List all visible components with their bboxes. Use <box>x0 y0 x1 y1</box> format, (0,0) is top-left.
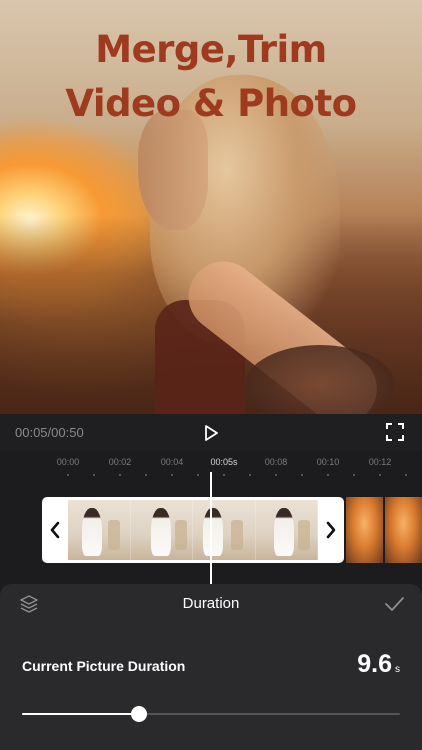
clip-thumbnail <box>68 500 131 560</box>
headline-line-1: Merge,Trim <box>95 28 327 71</box>
chevron-right-icon <box>326 521 336 539</box>
ruler-tick-label: 00:08 <box>264 457 288 467</box>
play-button[interactable] <box>201 423 221 443</box>
play-icon <box>205 425 218 441</box>
ruler-dot <box>405 474 407 476</box>
total-time: 00:50 <box>51 425 84 440</box>
duration-panel: Duration Current Picture Duration 9.6 s <box>0 584 422 750</box>
clip-thumbnail <box>385 497 422 563</box>
current-time: 00:05 <box>15 425 48 440</box>
trim-left-handle[interactable] <box>48 519 62 541</box>
panel-title: Duration <box>182 595 240 612</box>
ruler-tick-label: 00:12 <box>368 457 392 467</box>
duration-number: 9.6 <box>357 650 392 678</box>
ruler-tick-label: 00:05s <box>210 457 238 467</box>
ruler-dot <box>223 474 225 476</box>
clip-thumbnail <box>346 497 383 563</box>
ruler-tick-label: 00:02 <box>108 457 132 467</box>
preview-face <box>138 110 208 230</box>
ruler-dot <box>275 474 277 476</box>
confirm-button[interactable] <box>383 593 405 615</box>
duration-value: 9.6 s <box>357 650 400 679</box>
headline-line-2: Video & Photo <box>65 82 357 125</box>
ruler-dot <box>353 474 355 476</box>
player-controls: 00:05/00:50 <box>0 414 422 452</box>
ruler-tick-label: 00:04 <box>160 457 184 467</box>
trim-right-handle[interactable] <box>324 519 338 541</box>
video-preview[interactable]: Merge,Trim Video & Photo <box>0 0 422 414</box>
ruler-dot <box>145 474 147 476</box>
ruler-dot <box>301 474 303 476</box>
playhead[interactable] <box>210 472 212 584</box>
fullscreen-icon <box>386 423 404 441</box>
clip-thumbnail <box>193 500 256 560</box>
ruler-dot <box>197 474 199 476</box>
ruler-dot <box>67 474 69 476</box>
chevron-left-icon <box>50 521 60 539</box>
ruler-dot <box>93 474 95 476</box>
duration-slider[interactable] <box>22 706 400 722</box>
slider-thumb[interactable] <box>131 706 148 722</box>
clip-thumbnail <box>130 500 193 560</box>
checkmark-icon <box>385 597 404 611</box>
slider-fill <box>22 713 140 715</box>
clip-frames <box>68 500 318 560</box>
ruler-dot <box>327 474 329 476</box>
next-clip[interactable] <box>346 497 422 563</box>
selected-clip[interactable] <box>42 497 344 563</box>
fullscreen-button[interactable] <box>386 423 404 441</box>
time-readout: 00:05/00:50 <box>15 425 84 440</box>
ruler-tick-label: 00:10 <box>316 457 340 467</box>
ruler-dot <box>171 474 173 476</box>
duration-label: Current Picture Duration <box>22 658 186 674</box>
ruler-dot <box>379 474 381 476</box>
ruler-dot <box>119 474 121 476</box>
clip-thumbnail <box>255 500 318 560</box>
duration-unit: s <box>395 664 400 675</box>
ruler-dot <box>249 474 251 476</box>
ruler-tick-label: 00:00 <box>56 457 80 467</box>
